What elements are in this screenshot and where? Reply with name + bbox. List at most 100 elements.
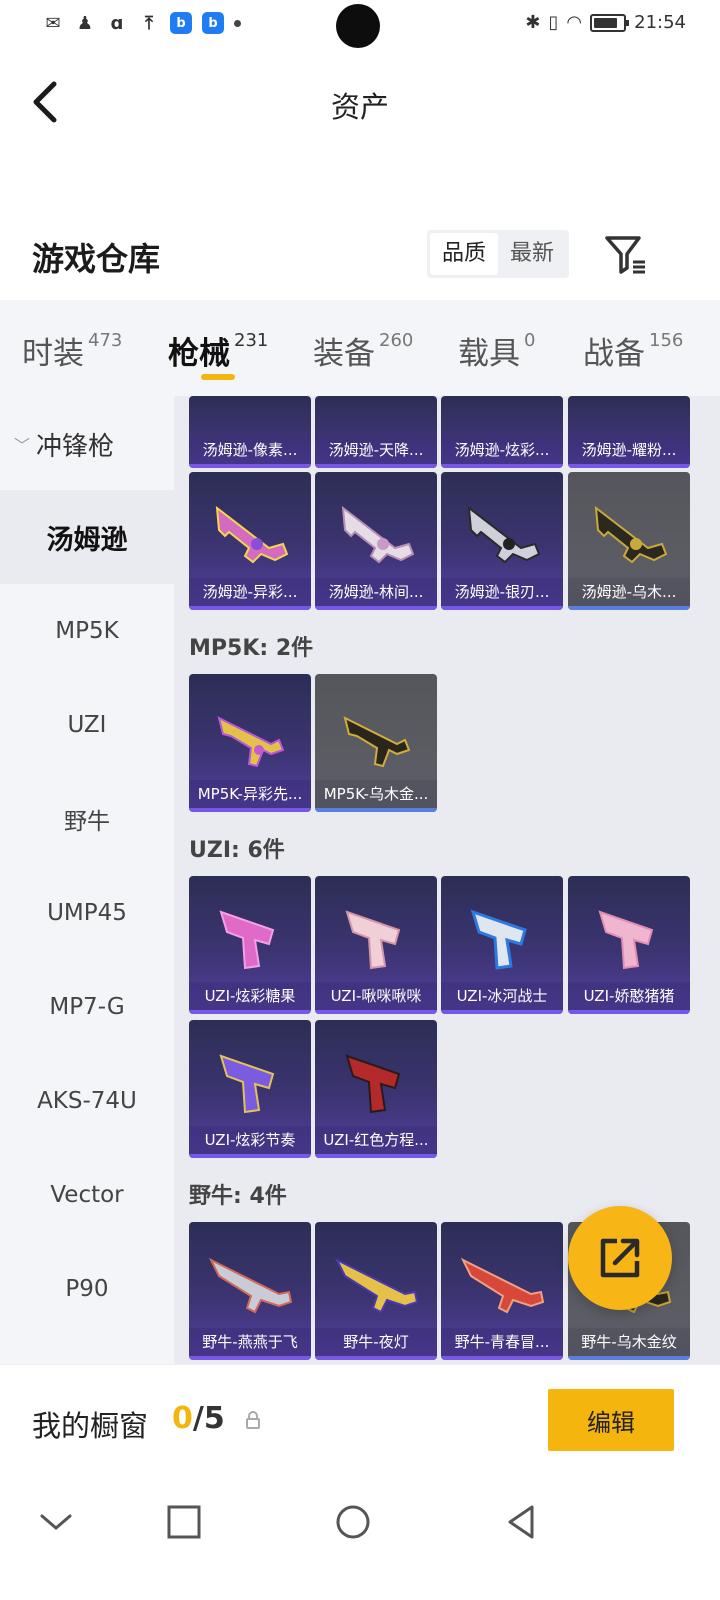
skin-name: UZI-炫彩节奏 xyxy=(189,1126,311,1154)
filter-button[interactable] xyxy=(603,232,647,276)
skin-card[interactable]: 汤姆逊-银刃... xyxy=(441,472,563,610)
notification-icons: ✉ ♟ ɑ ⤒ b b xyxy=(42,12,241,34)
edit-button[interactable]: 编辑 xyxy=(548,1389,674,1451)
rarity-bar xyxy=(189,606,311,610)
clock: 21:54 xyxy=(634,12,686,33)
tab-count: 156 xyxy=(649,330,684,351)
showcase-count: 0/5 xyxy=(172,1401,225,1436)
skin-card[interactable]: UZI-啾咪啾咪 xyxy=(315,876,437,1014)
upload-icon: ⤒ xyxy=(145,12,153,34)
skin-card[interactable]: 汤姆逊-炫彩... xyxy=(441,396,563,468)
rarity-bar xyxy=(315,464,437,468)
category-tabs: 时装 473 枪械 231 装备 260 载具 0 战备 156 xyxy=(0,300,720,396)
section-label-mp5k: MP5K: 2件 xyxy=(189,636,314,661)
uzi-icon xyxy=(219,910,275,970)
skin-card[interactable]: 野牛-燕燕于飞 xyxy=(189,1222,311,1360)
tommy-gun-icon xyxy=(467,505,541,564)
skin-card[interactable]: UZI-炫彩糖果 xyxy=(189,876,311,1014)
rarity-bar xyxy=(568,1356,690,1360)
skin-name: MP5K-异彩先... xyxy=(189,780,311,808)
skin-card[interactable]: 汤姆逊-林间... xyxy=(315,472,437,610)
skin-card[interactable]: 汤姆逊-异彩... xyxy=(189,472,311,610)
sidebar-item-aks74u[interactable]: AKS-74U xyxy=(0,1054,174,1148)
recents-button[interactable] xyxy=(164,1502,204,1542)
skin-name: 汤姆逊-天降... xyxy=(315,436,437,464)
skin-card[interactable]: MP5K-乌木金... xyxy=(315,674,437,812)
rarity-bar xyxy=(568,464,690,468)
skin-card[interactable]: UZI-红色方程... xyxy=(315,1020,437,1158)
nav-bar: 资产 xyxy=(0,60,720,140)
skin-card[interactable]: 汤姆逊-像素... xyxy=(189,396,311,468)
system-back-button[interactable] xyxy=(502,1502,542,1542)
sidebar-item-vector[interactable]: Vector xyxy=(0,1148,174,1242)
section-label-bison: 野牛: 4件 xyxy=(189,1184,287,1209)
sort-newest-button[interactable]: 最新 xyxy=(498,233,566,275)
skin-card[interactable]: MP5K-异彩先... xyxy=(189,674,311,812)
skin-name: 野牛-乌木金纹 xyxy=(568,1328,690,1356)
skin-card[interactable]: 汤姆逊-天降... xyxy=(315,396,437,468)
tab-vehicles[interactable]: 载具 0 xyxy=(458,328,535,373)
sidebar-item-mp5k[interactable]: MP5K xyxy=(0,584,174,678)
rarity-bar xyxy=(189,1010,311,1014)
skin-name: UZI-炫彩糖果 xyxy=(189,982,311,1010)
rarity-bar xyxy=(568,1010,690,1014)
rarity-bar xyxy=(189,1154,311,1158)
showcase-bar: 我的橱窗 0/5 编辑 xyxy=(0,1364,720,1474)
rarity-bar xyxy=(315,1154,437,1158)
tommy-gun-icon xyxy=(594,505,668,564)
chevron-down-icon: ﹀ xyxy=(14,436,31,455)
chevron-down-icon[interactable] xyxy=(36,1502,76,1542)
tab-equipment[interactable]: 装备 260 xyxy=(313,328,413,373)
sidebar-item-ump45[interactable]: UMP45 xyxy=(0,866,174,960)
qq-icon: ♟ xyxy=(76,12,94,34)
bizon-icon xyxy=(208,1257,293,1314)
bizon-icon xyxy=(460,1257,545,1314)
tab-fashion[interactable]: 时装 473 xyxy=(22,328,122,373)
sidebar-item-uzi[interactable]: UZI xyxy=(0,678,174,772)
uzi-icon xyxy=(470,909,527,970)
sidebar-group-smg[interactable]: ﹀ 冲锋枪 xyxy=(0,396,174,492)
sort-quality-button[interactable]: 品质 xyxy=(430,233,499,275)
tab-label: 装备 xyxy=(313,336,375,372)
skin-name: 野牛-燕燕于飞 xyxy=(189,1328,311,1356)
skin-card[interactable]: UZI-娇憨猪猪 xyxy=(568,876,690,1014)
skin-card[interactable]: UZI-冰河战士 xyxy=(441,876,563,1014)
share-fab-button[interactable] xyxy=(568,1206,672,1310)
filter-icon xyxy=(605,236,645,274)
skin-name: MP5K-乌木金... xyxy=(315,780,437,808)
skin-name: UZI-冰河战士 xyxy=(441,982,563,1010)
search-app-icon: ɑ xyxy=(110,12,124,34)
tab-label: 枪械 xyxy=(168,336,230,372)
more-dot-icon xyxy=(234,19,241,27)
sidebar-item-thompson[interactable]: 汤姆逊 xyxy=(0,490,174,584)
skin-name: 汤姆逊-像素... xyxy=(189,436,311,464)
share-icon xyxy=(600,1238,640,1278)
skin-card[interactable]: 野牛-夜灯 xyxy=(315,1222,437,1360)
sidebar-item-mp7g[interactable]: MP7-G xyxy=(0,960,174,1054)
uzi-icon xyxy=(345,910,401,970)
skin-card[interactable]: UZI-炫彩节奏 xyxy=(189,1020,311,1158)
system-status: ✱ ▯ ◠ 21:54 xyxy=(525,12,686,33)
sidebar-item-p90[interactable]: P90 xyxy=(0,1242,174,1336)
uzi-icon xyxy=(219,1054,275,1114)
rarity-bar xyxy=(441,1356,563,1360)
warehouse-title: 游戏仓库 xyxy=(32,240,161,278)
tab-weapons[interactable]: 枪械 231 xyxy=(168,328,268,373)
skin-name: 汤姆逊-银刃... xyxy=(441,578,563,606)
sidebar-item-bison[interactable]: 野牛 xyxy=(0,772,174,866)
section-label-uzi: UZI: 6件 xyxy=(189,838,285,863)
skin-name: 汤姆逊-炫彩... xyxy=(441,436,563,464)
tommy-gun-icon xyxy=(215,505,289,564)
skin-card[interactable]: 汤姆逊-耀粉... xyxy=(568,396,690,468)
tab-count: 260 xyxy=(379,330,414,351)
bluetooth-icon: ✱ xyxy=(525,12,541,33)
tab-count: 0 xyxy=(524,330,536,351)
skin-card[interactable]: 汤姆逊-乌木... xyxy=(568,472,690,610)
home-button[interactable] xyxy=(333,1502,373,1542)
skin-name: UZI-娇憨猪猪 xyxy=(568,982,690,1010)
tab-supplies[interactable]: 战备 156 xyxy=(583,328,683,373)
rarity-bar xyxy=(441,464,563,468)
skin-card[interactable]: 野牛-青春冒... xyxy=(441,1222,563,1360)
system-nav-bar xyxy=(0,1474,720,1600)
wifi-icon: ◠ xyxy=(566,12,583,33)
